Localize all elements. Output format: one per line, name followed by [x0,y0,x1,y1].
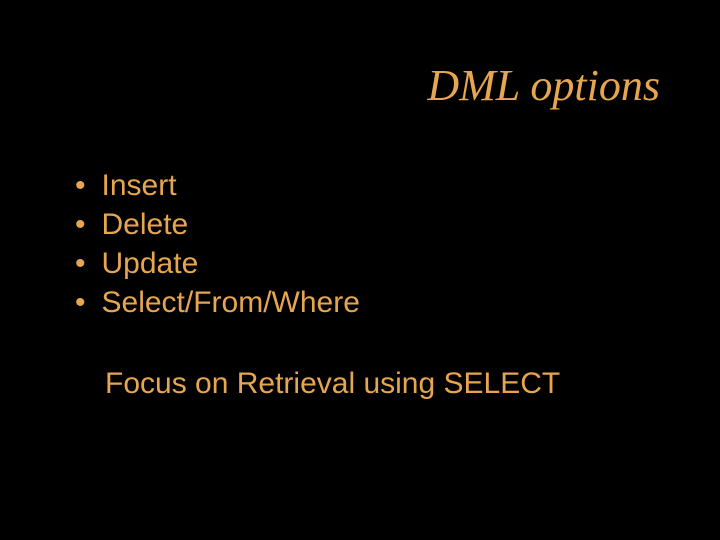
bullet-text: Update [102,244,199,283]
slide-title: DML options [0,0,720,111]
bullet-list: • Insert • Delete • Update • Select/From… [0,166,720,322]
bullet-text: Insert [102,166,177,205]
bullet-text: Select/From/Where [102,283,360,322]
list-item: • Update [75,244,720,283]
bullet-text: Delete [102,205,189,244]
bullet-icon: • [75,205,86,244]
bullet-icon: • [75,166,86,205]
slide-container: DML options • Insert • Delete • Update •… [0,0,720,540]
bullet-icon: • [75,244,86,283]
list-item: • Insert [75,166,720,205]
footer-text: Focus on Retrieval using SELECT [0,367,720,401]
bullet-icon: • [75,283,86,322]
list-item: • Delete [75,205,720,244]
list-item: • Select/From/Where [75,283,720,322]
